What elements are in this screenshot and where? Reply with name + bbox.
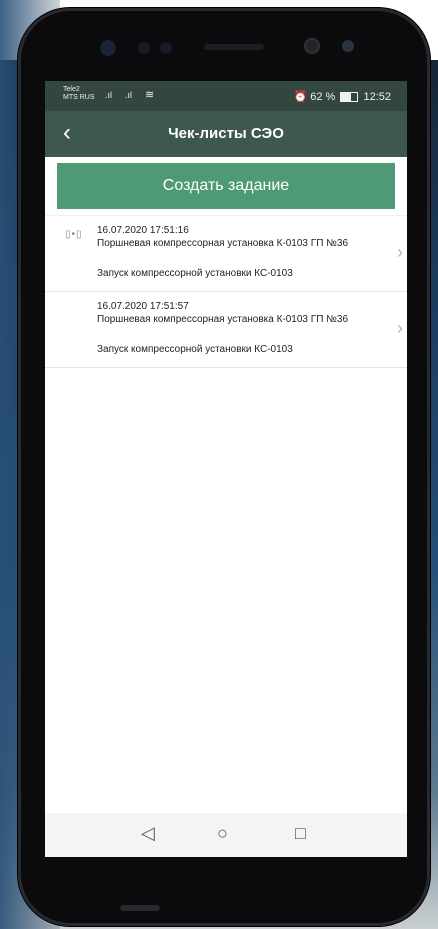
- carrier2-label: MTS RUS: [63, 94, 95, 101]
- phone-bottom-edge: [120, 905, 160, 911]
- status-bar: Tele2 MTS RUS .ıl .ıl ≋ ⏰ 62 % 12:52: [45, 81, 407, 111]
- item-task: Запуск компрессорной установки КС-0103: [97, 344, 293, 355]
- sensor-dot: [138, 42, 150, 54]
- battery-percent: 62 %: [310, 91, 336, 103]
- sensor-dot-right: [342, 40, 354, 52]
- app-screen: Tele2 MTS RUS .ıl .ıl ≋ ⏰ 62 % 12:52 ‹ Ч…: [45, 81, 407, 857]
- back-triangle-icon[interactable]: ◁: [141, 823, 155, 844]
- item-name: Поршневая компрессорная установка К-0103…: [97, 238, 349, 249]
- app-bar: ‹ Чек-листы СЭО: [45, 111, 407, 157]
- create-task-button[interactable]: Создать задание: [57, 163, 395, 209]
- item-datetime: 16.07.2020 17:51:16: [97, 225, 189, 236]
- item-datetime: 16.07.2020 17:51:57: [97, 301, 189, 312]
- item-task: Запуск компрессорной установки КС-0103: [97, 268, 293, 279]
- chevron-right-icon: ›: [397, 242, 403, 262]
- sensor-dot: [160, 42, 172, 54]
- list-item[interactable]: 16.07.2020 17:51:57 Поршневая компрессор…: [45, 292, 407, 368]
- chevron-right-icon: ›: [397, 318, 403, 338]
- link-icon: ▯•▯: [65, 229, 83, 240]
- system-nav-bar: ◁ ○ □: [45, 813, 407, 857]
- status-right: ⏰ 62 % 12:52: [294, 90, 392, 103]
- signal-icon: .ıl: [105, 90, 113, 100]
- page-title: Чек-листы СЭО: [168, 125, 284, 142]
- front-camera: [100, 40, 116, 56]
- carrier1-label: Tele2: [63, 86, 80, 93]
- battery-icon: [340, 92, 359, 103]
- carrier-label: Tele2 MTS RUS: [63, 86, 95, 102]
- earpiece-speaker: [204, 44, 264, 50]
- checklist-list: ▯•▯ 16.07.2020 17:51:16 Поршневая компре…: [45, 215, 407, 368]
- signal-icon: .ıl: [125, 90, 133, 100]
- list-item[interactable]: ▯•▯ 16.07.2020 17:51:16 Поршневая компре…: [45, 215, 407, 292]
- recents-square-icon[interactable]: □: [295, 823, 306, 844]
- wifi-icon: ≋: [145, 89, 155, 101]
- item-name: Поршневая компрессорная установка К-0103…: [97, 314, 349, 325]
- front-camera-right: [304, 38, 320, 54]
- home-circle-icon[interactable]: ○: [217, 823, 228, 844]
- clock-time: 12:52: [363, 91, 391, 103]
- alarm-icon: ⏰: [293, 91, 308, 103]
